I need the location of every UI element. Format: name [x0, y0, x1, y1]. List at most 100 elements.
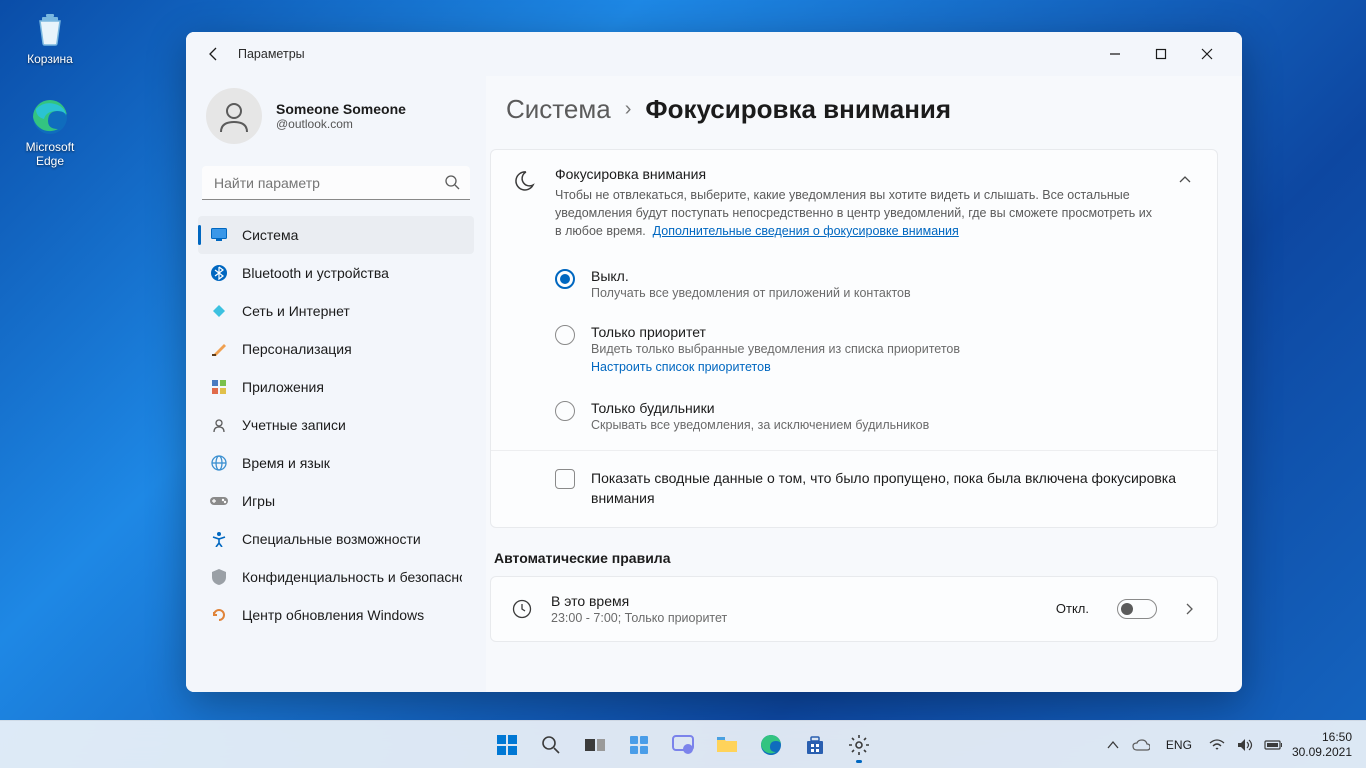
collapse-button[interactable]: [1171, 166, 1199, 194]
sidebar-item-privacy[interactable]: Конфиденциальность и безопасность: [198, 558, 474, 596]
sidebar: Someone Someone @outlook.com Система Blu…: [186, 76, 486, 692]
recycle-bin-icon: [29, 8, 71, 50]
desktop-icon-label: Microsoft Edge: [12, 140, 88, 168]
windows-update-icon: [210, 606, 228, 624]
search-icon: [444, 174, 460, 195]
close-button[interactable]: [1184, 38, 1230, 70]
customize-priority-link[interactable]: Настроить список приоритетов: [591, 360, 771, 374]
volume-icon[interactable]: [1236, 736, 1254, 754]
profile-name: Someone Someone: [276, 101, 406, 117]
nav-list: Система Bluetooth и устройства Сеть и Ин…: [198, 216, 474, 634]
breadcrumb-parent[interactable]: Система: [506, 94, 611, 125]
battery-icon[interactable]: [1264, 736, 1282, 754]
clock-date[interactable]: 16:50 30.09.2021: [1292, 730, 1352, 760]
radio-description: Получать все уведомления от приложений и…: [591, 286, 911, 300]
main-content[interactable]: Система › Фокусировка внимания Фокусиров…: [486, 76, 1242, 692]
desktop-icon-recycle-bin[interactable]: Корзина: [12, 8, 88, 66]
radio-label: Только приоритет: [591, 324, 960, 340]
sidebar-item-windows-update[interactable]: Центр обновления Windows: [198, 596, 474, 634]
accounts-icon: [210, 416, 228, 434]
sidebar-item-personalization[interactable]: Персонализация: [198, 330, 474, 368]
edge-button[interactable]: [751, 725, 791, 765]
radio-label: Только будильники: [591, 400, 929, 416]
gaming-icon: [210, 492, 228, 510]
sidebar-item-label: Bluetooth и устройства: [242, 265, 389, 281]
sidebar-item-accessibility[interactable]: Специальные возможности: [198, 520, 474, 558]
privacy-icon: [210, 568, 228, 586]
rule-description: 23:00 - 7:00; Только приоритет: [551, 611, 1038, 625]
radio-label: Выкл.: [591, 268, 911, 284]
task-view-button[interactable]: [575, 725, 615, 765]
sidebar-item-time-language[interactable]: Время и язык: [198, 444, 474, 482]
tray-chevron-icon[interactable]: [1104, 736, 1122, 754]
sidebar-item-label: Центр обновления Windows: [242, 607, 424, 623]
minimize-button[interactable]: [1092, 38, 1138, 70]
sidebar-item-apps[interactable]: Приложения: [198, 368, 474, 406]
sidebar-item-accounts[interactable]: Учетные записи: [198, 406, 474, 444]
moon-icon: [511, 168, 537, 194]
radio-off: [555, 269, 575, 289]
desktop-icon-edge[interactable]: Microsoft Edge: [12, 96, 88, 168]
sidebar-item-label: Конфиденциальность и безопасность: [242, 569, 462, 585]
widgets-button[interactable]: [619, 725, 659, 765]
network-icon: [210, 302, 228, 320]
back-button[interactable]: [198, 38, 230, 70]
sidebar-item-label: Специальные возможности: [242, 531, 421, 547]
wifi-icon[interactable]: [1208, 736, 1226, 754]
radio-description: Видеть только выбранные уведомления из с…: [591, 342, 960, 356]
focus-assist-title: Фокусировка внимания: [555, 166, 1153, 182]
window-controls: [1092, 38, 1230, 70]
summary-checkbox[interactable]: [555, 469, 575, 489]
start-button[interactable]: [487, 725, 527, 765]
store-button[interactable]: [795, 725, 835, 765]
sidebar-item-gaming[interactable]: Игры: [198, 482, 474, 520]
taskbar-time: 16:50: [1292, 730, 1352, 745]
radio-description: Скрывать все уведомления, за исключением…: [591, 418, 929, 432]
summary-checkbox-row[interactable]: Показать сводные данные о том, что было …: [491, 450, 1217, 526]
file-explorer-button[interactable]: [707, 725, 747, 765]
chat-button[interactable]: [663, 725, 703, 765]
focus-option-off[interactable]: Выкл. Получать все уведомления от прилож…: [491, 256, 1217, 312]
profile-block[interactable]: Someone Someone @outlook.com: [198, 76, 474, 162]
sidebar-item-label: Время и язык: [242, 455, 330, 471]
search-box: [202, 166, 470, 200]
sidebar-item-label: Сеть и Интернет: [242, 303, 350, 319]
edge-icon: [29, 96, 71, 138]
radio-alarms[interactable]: [555, 401, 575, 421]
radio-priority[interactable]: [555, 325, 575, 345]
titlebar: Параметры: [186, 32, 1242, 76]
rule-state-label: Откл.: [1056, 601, 1089, 616]
sidebar-item-bluetooth[interactable]: Bluetooth и устройства: [198, 254, 474, 292]
focus-option-alarms[interactable]: Только будильники Скрывать все уведомлен…: [491, 388, 1217, 450]
time-rule-toggle[interactable]: [1117, 599, 1157, 619]
sidebar-item-label: Приложения: [242, 379, 324, 395]
language-indicator[interactable]: ENG: [1160, 734, 1198, 756]
taskbar: ENG 16:50 30.09.2021: [0, 720, 1366, 768]
sidebar-item-system[interactable]: Система: [198, 216, 474, 254]
focus-assist-learn-more-link[interactable]: Дополнительные сведения о фокусировке вн…: [653, 224, 959, 238]
personalization-icon: [210, 340, 228, 358]
time-rule-row[interactable]: В это время 23:00 - 7:00; Только приорит…: [491, 577, 1217, 641]
sidebar-item-label: Игры: [242, 493, 275, 509]
settings-button[interactable]: [839, 725, 879, 765]
clock-icon: [511, 598, 533, 620]
chevron-right-icon: ›: [625, 98, 632, 121]
chevron-right-icon: [1179, 603, 1199, 615]
taskbar-right: ENG 16:50 30.09.2021: [1104, 730, 1366, 760]
search-button[interactable]: [531, 725, 571, 765]
search-input[interactable]: [202, 166, 470, 200]
onedrive-icon[interactable]: [1132, 736, 1150, 754]
time-language-icon: [210, 454, 228, 472]
taskbar-date: 30.09.2021: [1292, 745, 1352, 760]
sidebar-item-label: Система: [242, 227, 298, 243]
settings-window: Параметры Someone Someone @outlook.com: [186, 32, 1242, 692]
system-icon: [210, 226, 228, 244]
automatic-rules-title: Автоматические правила: [494, 550, 1218, 566]
accessibility-icon: [210, 530, 228, 548]
apps-icon: [210, 378, 228, 396]
sidebar-item-network[interactable]: Сеть и Интернет: [198, 292, 474, 330]
sidebar-item-label: Персонализация: [242, 341, 352, 357]
maximize-button[interactable]: [1138, 38, 1184, 70]
focus-option-priority[interactable]: Только приоритет Видеть только выбранные…: [491, 312, 1217, 388]
rule-title: В это время: [551, 593, 1038, 609]
